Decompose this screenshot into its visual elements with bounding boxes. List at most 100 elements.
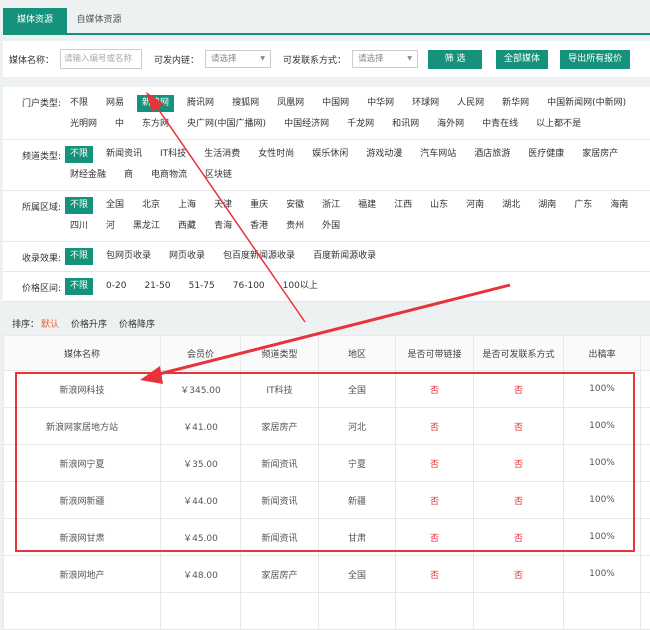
filter-option[interactable]: 网易 <box>101 95 129 112</box>
filter-option[interactable]: 人民网 <box>452 95 489 112</box>
export-button[interactable]: 导出所有报价 <box>560 50 630 69</box>
filter-option[interactable]: 51-75 <box>184 278 220 295</box>
all-media-button[interactable]: 全部媒体 <box>496 50 548 69</box>
filter-option[interactable]: 商 <box>119 167 138 184</box>
filter-option[interactable]: 女性时尚 <box>253 146 299 163</box>
column-header[interactable]: 是否可带链接 <box>396 336 474 371</box>
filter-option[interactable]: 海南 <box>605 197 633 214</box>
filter-option[interactable]: 海外网 <box>432 116 469 133</box>
filter-option[interactable]: 重庆 <box>245 197 273 214</box>
filter-option[interactable]: 光明网 <box>65 116 102 133</box>
filter-option[interactable]: 中青在线 <box>477 116 523 133</box>
filter-option[interactable]: 中国新闻网(中新网) <box>542 95 631 112</box>
filter-group-label: 门户类型: <box>22 96 61 109</box>
filter-option[interactable]: 包百度新闻源收录 <box>218 248 300 265</box>
column-header[interactable]: 地区 <box>319 336 396 371</box>
filter-option[interactable]: 中华网 <box>362 95 399 112</box>
filter-option[interactable]: 腾讯网 <box>182 95 219 112</box>
filter-option[interactable]: 外国 <box>317 218 345 235</box>
contact-select[interactable]: 请选择▼ <box>352 50 418 68</box>
table-cell <box>396 593 474 630</box>
filter-option[interactable]: 不限 <box>65 248 93 265</box>
filter-option[interactable]: 电商物流 <box>146 167 192 184</box>
filter-option[interactable]: 天津 <box>209 197 237 214</box>
column-header[interactable]: 频道类型 <box>241 336 319 371</box>
filter-option[interactable]: 凤凰网 <box>272 95 309 112</box>
column-header[interactable]: 出稿率 <box>564 336 641 371</box>
filter-option[interactable]: 浙江 <box>317 197 345 214</box>
filter-option[interactable]: 财经金融 <box>65 167 111 184</box>
filter-option[interactable]: 广东 <box>569 197 597 214</box>
filter-option[interactable]: 中 <box>110 116 129 133</box>
filter-option[interactable]: 76-100 <box>228 278 270 295</box>
name-input[interactable]: 请输入编号或名称 <box>60 49 142 69</box>
filter-option[interactable]: 黑龙江 <box>128 218 165 235</box>
filter-option[interactable]: 安徽 <box>281 197 309 214</box>
filter-option[interactable]: 东方网 <box>137 116 174 133</box>
filter-option[interactable]: 医疗健康 <box>523 146 569 163</box>
filter-button[interactable]: 筛 选 <box>428 50 482 69</box>
filter-option[interactable]: 新华网 <box>497 95 534 112</box>
filter-option[interactable]: 河 <box>101 218 120 235</box>
filter-option[interactable]: 北京 <box>137 197 165 214</box>
filter-option[interactable]: 不限 <box>65 146 93 163</box>
column-header[interactable]: 媒体名称 <box>4 336 161 371</box>
filter-option[interactable]: 全国 <box>101 197 129 214</box>
tab-self-media[interactable]: 自媒体资源 <box>67 8 131 33</box>
filter-option[interactable]: 湖北 <box>497 197 525 214</box>
sort-price-desc[interactable]: 价格降序 <box>119 317 155 330</box>
filter-option[interactable]: 河南 <box>461 197 489 214</box>
column-header[interactable]: 是否可发联系方式 <box>474 336 564 371</box>
link-select[interactable]: 请选择▼ <box>205 50 271 68</box>
filter-option[interactable]: 江西 <box>389 197 417 214</box>
table-row-partial <box>4 593 650 630</box>
filter-option[interactable]: 贵州 <box>281 218 309 235</box>
filter-option[interactable]: 中国经济网 <box>279 116 334 133</box>
table-cell <box>641 482 650 519</box>
filter-option[interactable]: IT科技 <box>155 146 191 163</box>
sort-price-asc[interactable]: 价格升序 <box>71 317 107 330</box>
filter-option[interactable]: 网页收录 <box>164 248 210 265</box>
filter-option[interactable]: 酒店旅游 <box>469 146 515 163</box>
filter-option[interactable]: 环球网 <box>407 95 444 112</box>
filter-option[interactable]: 100以上 <box>278 278 323 295</box>
tab-media-resources[interactable]: 媒体资源 <box>3 8 67 33</box>
filter-option[interactable]: 家居房产 <box>577 146 623 163</box>
filter-option[interactable]: 不限 <box>65 95 93 112</box>
filter-option[interactable]: 0-20 <box>101 278 131 295</box>
filter-option[interactable]: 百度新闻源收录 <box>308 248 381 265</box>
filter-option[interactable]: 包网页收录 <box>101 248 156 265</box>
filter-option[interactable]: 千龙网 <box>342 116 379 133</box>
filter-option[interactable]: 香港 <box>245 218 273 235</box>
filter-option[interactable]: 湖南 <box>533 197 561 214</box>
filter-option[interactable]: 上海 <box>173 197 201 214</box>
filter-option[interactable]: 新闻资讯 <box>101 146 147 163</box>
column-header[interactable]: 会员价 <box>161 336 241 371</box>
filter-option[interactable]: 搜狐网 <box>227 95 264 112</box>
filter-option[interactable]: 娱乐休闲 <box>307 146 353 163</box>
filter-option[interactable]: 不限 <box>65 197 93 214</box>
filter-option[interactable]: 游戏动漫 <box>361 146 407 163</box>
filter-option[interactable]: 福建 <box>353 197 381 214</box>
filter-option[interactable]: 中国网 <box>317 95 354 112</box>
contact-select-value: 请选择 <box>358 54 384 64</box>
filter-option[interactable]: 央广网(中国广播网) <box>182 116 271 133</box>
filter-option[interactable]: 山东 <box>425 197 453 214</box>
filter-option[interactable]: 以上都不是 <box>531 116 586 133</box>
table-cell: 否 <box>396 556 474 593</box>
table-row[interactable]: 新浪网地产￥48.00家居房产全国否否100% <box>4 556 650 593</box>
column-header-extra <box>641 336 650 371</box>
filter-option[interactable]: 区块链 <box>200 167 237 184</box>
name-label: 媒体名称： <box>9 53 54 66</box>
filter-option[interactable]: 21-50 <box>139 278 175 295</box>
filter-option[interactable]: 不限 <box>65 278 93 295</box>
filter-option[interactable]: 四川 <box>65 218 93 235</box>
filter-option[interactable]: 青海 <box>209 218 237 235</box>
filter-option[interactable]: 西藏 <box>173 218 201 235</box>
filter-option[interactable]: 和讯网 <box>387 116 424 133</box>
filter-option[interactable]: 新浪网 <box>137 95 174 112</box>
sort-default[interactable]: 默认 <box>41 317 59 330</box>
filter-bar: 媒体名称： 请输入编号或名称 可发内链： 请选择▼ 可发联系方式： 请选择▼ 筛… <box>3 41 650 77</box>
filter-option[interactable]: 生活消费 <box>199 146 245 163</box>
filter-option[interactable]: 汽车网站 <box>415 146 461 163</box>
